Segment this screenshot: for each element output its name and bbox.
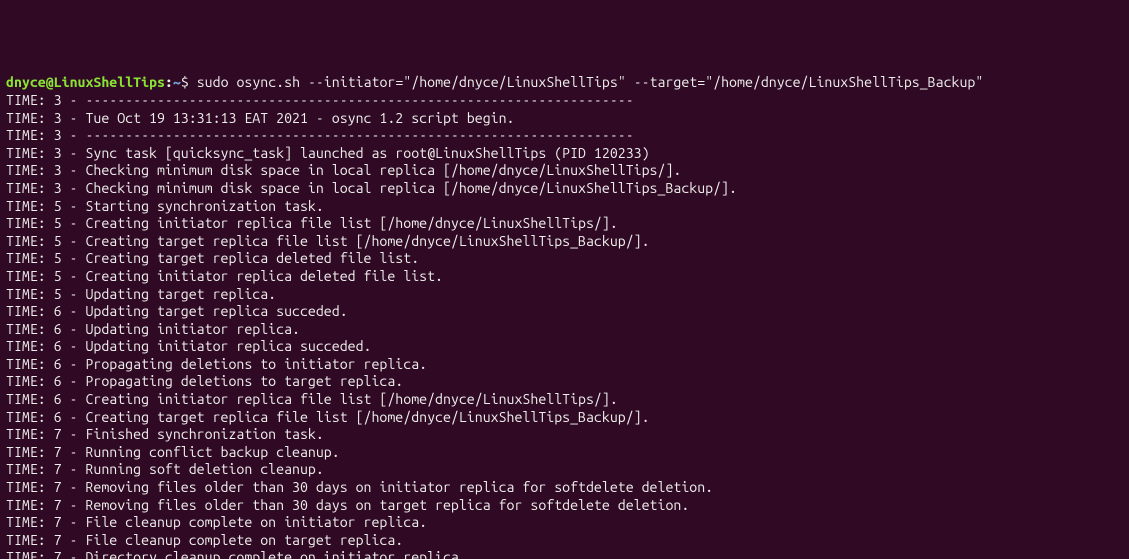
output-line: TIME: 3 - Sync task [quicksync_task] lau… [6, 145, 1123, 163]
output-line: TIME: 6 - Propagating deletions to initi… [6, 356, 1123, 374]
output-line: TIME: 5 - Creating initiator replica fil… [6, 215, 1123, 233]
prompt-user: dnyce [6, 74, 46, 90]
output-line: TIME: 7 - File cleanup complete on initi… [6, 514, 1123, 532]
output-line: TIME: 7 - Running soft deletion cleanup. [6, 461, 1123, 479]
prompt-line-1: dnyce@LinuxShellTips:~$ sudo osync.sh --… [6, 74, 1123, 92]
command-text: sudo osync.sh --initiator="/home/dnyce/L… [197, 74, 984, 90]
output-line: TIME: 7 - Finished synchronization task. [6, 426, 1123, 444]
output-line: TIME: 6 - Propagating deletions to targe… [6, 373, 1123, 391]
prompt-host: LinuxShellTips [54, 74, 165, 90]
prompt-dollar: $ [181, 74, 189, 90]
prompt-colon: : [165, 74, 173, 90]
output-line: TIME: 6 - Creating target replica file l… [6, 409, 1123, 427]
output-line: TIME: 7 - Running conflict backup cleanu… [6, 444, 1123, 462]
output-line: TIME: 7 - Removing files older than 30 d… [6, 479, 1123, 497]
terminal-output: TIME: 3 - ------------------------------… [6, 92, 1123, 559]
output-line: TIME: 3 - ------------------------------… [6, 127, 1123, 145]
output-line: TIME: 6 - Updating initiator replica suc… [6, 338, 1123, 356]
output-line: TIME: 6 - Updating initiator replica. [6, 321, 1123, 339]
output-line: TIME: 5 - Creating initiator replica del… [6, 268, 1123, 286]
output-line: TIME: 5 - Creating target replica file l… [6, 233, 1123, 251]
terminal[interactable]: dnyce@LinuxShellTips:~$ sudo osync.sh --… [6, 74, 1123, 559]
output-line: TIME: 7 - File cleanup complete on targe… [6, 532, 1123, 550]
output-line: TIME: 3 - Tue Oct 19 13:31:13 EAT 2021 -… [6, 110, 1123, 128]
output-line: TIME: 5 - Creating target replica delete… [6, 250, 1123, 268]
prompt-path: ~ [173, 74, 181, 90]
output-line: TIME: 7 - Removing files older than 30 d… [6, 497, 1123, 515]
output-line: TIME: 6 - Creating initiator replica fil… [6, 391, 1123, 409]
prompt-at: @ [46, 74, 54, 90]
output-line: TIME: 7 - Directory cleanup complete on … [6, 549, 1123, 559]
output-line: TIME: 5 - Updating target replica. [6, 286, 1123, 304]
output-line: TIME: 5 - Starting synchronization task. [6, 198, 1123, 216]
output-line: TIME: 3 - Checking minimum disk space in… [6, 162, 1123, 180]
output-line: TIME: 3 - ------------------------------… [6, 92, 1123, 110]
output-line: TIME: 6 - Updating target replica succed… [6, 303, 1123, 321]
output-line: TIME: 3 - Checking minimum disk space in… [6, 180, 1123, 198]
